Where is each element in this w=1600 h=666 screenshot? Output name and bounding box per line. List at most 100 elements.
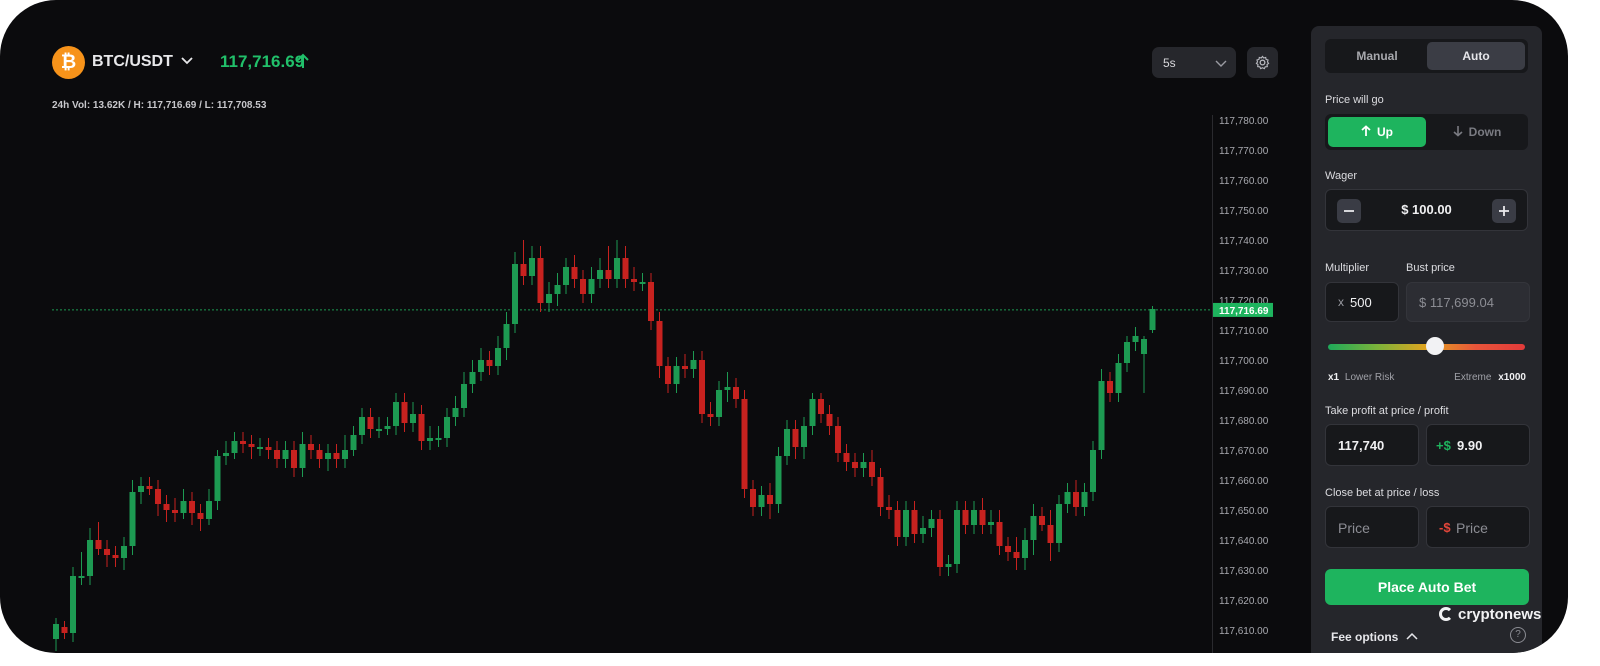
candle (716, 381, 722, 426)
take-profit-amount-input[interactable]: +$ 9.90 (1426, 424, 1530, 466)
candle-body (741, 399, 748, 489)
candle-body (690, 360, 697, 369)
candle (733, 378, 739, 408)
candle-body (495, 348, 501, 366)
candle (376, 417, 382, 438)
candle (342, 435, 348, 468)
current-price-tag-label: 117,716.69 (1219, 306, 1269, 317)
candle-body (146, 486, 153, 489)
candle-body (1064, 492, 1071, 504)
down-button[interactable]: Down (1429, 117, 1525, 147)
candlestick-chart[interactable]: 117,780.00 117,770.00 117,760.00 117,750.00… (0, 0, 1290, 653)
multiplier-prefix: x (1338, 295, 1344, 309)
direction-label: Price will go (1325, 94, 1384, 106)
place-auto-bet-button[interactable]: Place Auto Bet (1325, 569, 1529, 605)
candle (53, 618, 59, 651)
candle (1022, 528, 1028, 570)
slider-max-text: Extreme (1454, 372, 1492, 383)
candle-body (954, 510, 960, 564)
candle-body (537, 258, 544, 303)
arrow-down-icon (1453, 126, 1463, 137)
candle-body (138, 486, 144, 492)
help-icon[interactable]: ? (1510, 627, 1526, 643)
candle (750, 480, 756, 516)
candle-body (860, 462, 867, 468)
candle (78, 552, 85, 585)
candle-body (988, 522, 994, 525)
increase-wager-button[interactable] (1492, 199, 1516, 223)
multiplier-slider[interactable] (1328, 337, 1525, 355)
candle-body (682, 366, 688, 369)
candle-body (342, 450, 348, 459)
up-button[interactable]: Up (1328, 117, 1426, 147)
close-price-placeholder: Price (1338, 520, 1370, 536)
bust-price-label: Bust price (1406, 262, 1455, 274)
candle (503, 312, 510, 360)
candle-body (818, 399, 824, 414)
multiplier-value: 500 (1350, 295, 1372, 310)
candle (835, 417, 841, 462)
candle-body (1022, 540, 1028, 558)
candle (1132, 327, 1139, 351)
candle (563, 258, 569, 294)
slider-handle[interactable] (1426, 337, 1444, 355)
price-tick-label: 117,660.00 (1219, 476, 1269, 487)
fee-options-toggle[interactable]: Fee options (1331, 630, 1418, 644)
candle (401, 393, 408, 432)
candle (792, 420, 799, 459)
candle (1005, 537, 1011, 561)
tab-manual[interactable]: Manual (1328, 42, 1426, 70)
price-tick-label: 117,700.00 (1219, 356, 1269, 367)
candle (682, 354, 688, 378)
candle (274, 441, 280, 468)
candle (911, 501, 918, 543)
candle (316, 444, 323, 468)
slider-min-value: x1 (1328, 372, 1340, 383)
close-bet-label: Close bet at price / loss (1325, 487, 1440, 499)
price-tick-label: 117,610.00 (1219, 626, 1269, 637)
candle (741, 390, 748, 498)
take-profit-label: Take profit at price / profit (1325, 405, 1449, 417)
candle (223, 441, 229, 465)
candle-body (1115, 363, 1122, 393)
candle-body (1081, 492, 1088, 507)
candle (1107, 372, 1113, 402)
candle (512, 252, 518, 333)
down-label: Down (1468, 125, 1502, 139)
candle (206, 489, 212, 525)
candle (214, 450, 221, 510)
close-loss-input[interactable]: -$ Price (1426, 506, 1530, 548)
candle-body (614, 258, 620, 279)
multiplier-input[interactable]: x 500 (1325, 282, 1399, 322)
price-tick-label: 117,630.00 (1219, 566, 1269, 577)
take-profit-price-input[interactable]: 117,740 (1325, 424, 1419, 466)
candle (571, 255, 578, 288)
candle (1124, 336, 1130, 372)
candle (257, 438, 263, 456)
candle-body (809, 399, 816, 426)
candle-body (189, 501, 195, 513)
close-price-input[interactable]: Price (1325, 506, 1419, 548)
candle-body (639, 282, 646, 284)
bust-price-field: $ 117,699.04 (1406, 282, 1530, 322)
candle-body (87, 540, 93, 576)
candle-body (588, 279, 595, 294)
candle-body (792, 429, 799, 447)
candle-body (367, 417, 374, 429)
candle (818, 393, 824, 423)
candle-body (53, 624, 59, 639)
candle (1056, 495, 1062, 552)
candle (648, 273, 654, 330)
fee-options-label: Fee options (1331, 630, 1399, 644)
mode-tabs: Manual Auto (1325, 39, 1528, 73)
tab-auto[interactable]: Auto (1427, 42, 1525, 70)
candle (588, 267, 595, 303)
candle-body (580, 279, 586, 294)
candle-body (605, 270, 612, 279)
candle-body (894, 510, 901, 537)
candle-body (121, 546, 127, 558)
candle-body (180, 501, 187, 513)
candle-body (1005, 546, 1011, 552)
candle-body (597, 270, 603, 279)
candle (325, 444, 331, 471)
